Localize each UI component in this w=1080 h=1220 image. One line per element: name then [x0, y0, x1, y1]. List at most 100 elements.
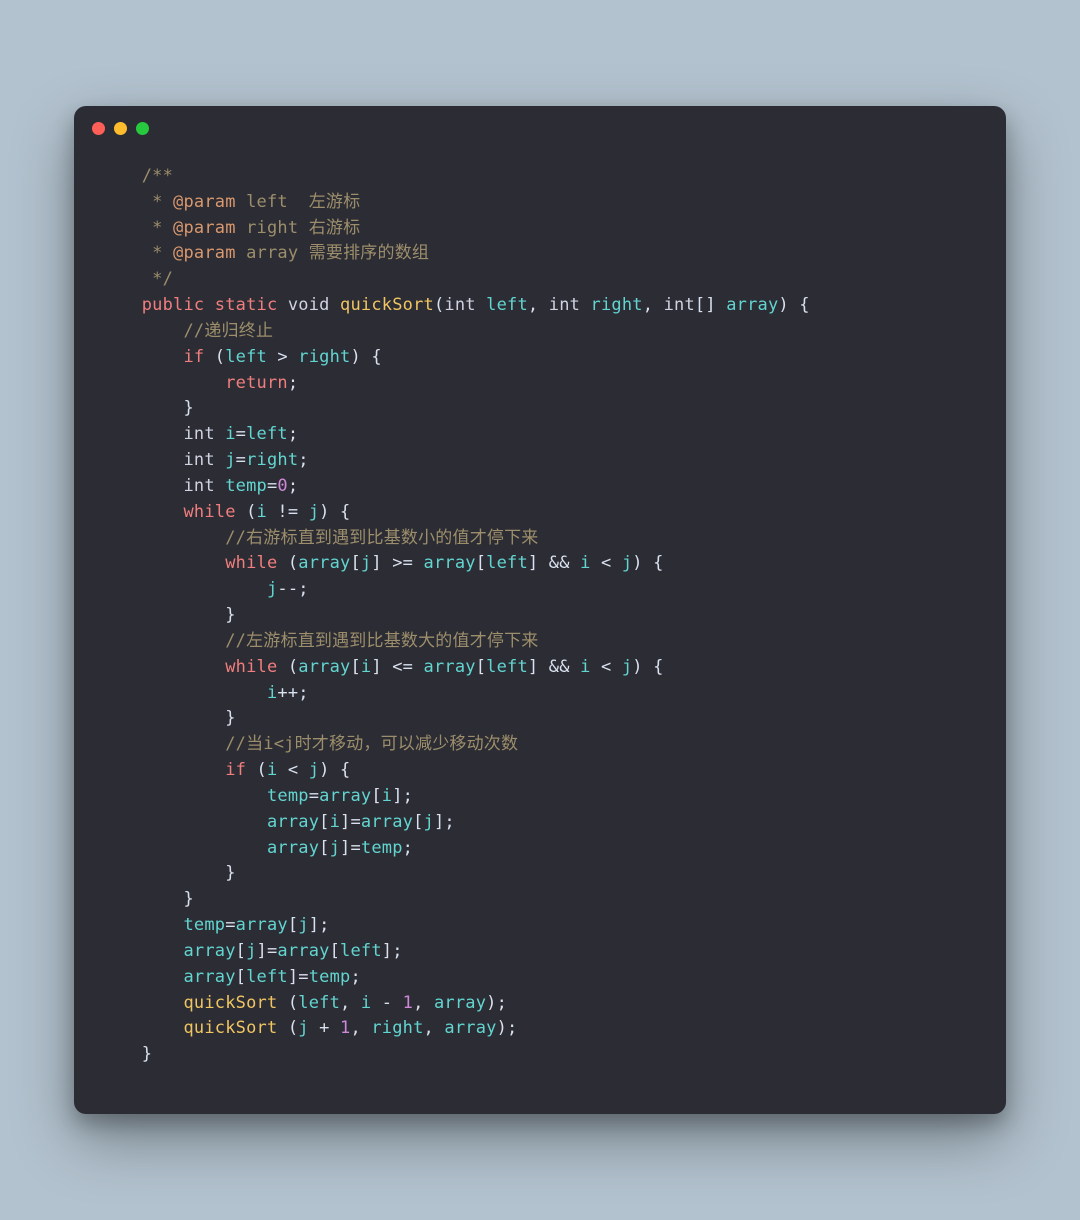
code-token: =: [225, 915, 235, 935]
code-token: right: [371, 1018, 423, 1038]
code-window: /** * @param left 左游标 * @param right 右游标…: [74, 106, 1006, 1114]
code-token: (: [277, 993, 298, 1013]
code-token: j: [622, 553, 632, 573]
code-token: temp: [267, 786, 309, 806]
code-token: []: [695, 295, 726, 315]
code-token: //左游标直到遇到比基数大的值才停下来: [225, 631, 538, 651]
code-token: left: [486, 295, 528, 315]
code-token: return: [225, 373, 288, 393]
code-token: [100, 760, 225, 780]
code-token: if: [183, 347, 204, 367]
code-line: * @param left 左游标: [100, 192, 360, 212]
code-token: [215, 424, 225, 444]
code-line: int temp=0;: [100, 476, 298, 496]
code-token: ,: [528, 295, 549, 315]
code-token: [277, 295, 287, 315]
code-token: }: [100, 889, 194, 909]
code-token: while: [225, 657, 277, 677]
code-token: array: [361, 812, 413, 832]
code-token: j: [622, 657, 632, 677]
code-line: j--;: [100, 579, 309, 599]
code-token: array: [267, 838, 319, 858]
code-token: i: [580, 657, 590, 677]
code-token: i: [382, 786, 392, 806]
code-line: public static void quickSort(int left, i…: [100, 295, 810, 315]
code-token: array: [298, 657, 350, 677]
code-token: array: [726, 295, 778, 315]
window-titlebar: [74, 106, 1006, 150]
code-token: j: [267, 579, 277, 599]
code-token: array: [434, 993, 486, 1013]
code-token: [580, 295, 590, 315]
code-token: quickSort: [340, 295, 434, 315]
code-line: array[left]=temp;: [100, 967, 361, 987]
code-token: +: [309, 1018, 340, 1038]
code-line: temp=array[j];: [100, 915, 330, 935]
code-token: array: [277, 941, 329, 961]
code-token: //右游标直到遇到比基数小的值才停下来: [225, 528, 538, 548]
code-token: [: [476, 553, 486, 573]
code-token: ,: [413, 993, 434, 1013]
code-token: j: [298, 1018, 308, 1038]
zoom-icon[interactable]: [136, 122, 149, 135]
code-token: (: [236, 502, 257, 522]
code-token: [100, 812, 267, 832]
code-token: (: [277, 657, 298, 677]
code-token: left: [486, 657, 528, 677]
code-token: int: [183, 424, 214, 444]
code-token: i: [580, 553, 590, 573]
code-token: i: [267, 683, 277, 703]
code-token: }: [100, 1044, 152, 1064]
code-token: array: [267, 812, 319, 832]
code-token: [: [476, 657, 486, 677]
code-token: ) {: [632, 657, 663, 677]
code-token: [100, 553, 225, 573]
code-token: int: [183, 476, 214, 496]
code-token: quickSort: [183, 993, 277, 1013]
code-line: array[j]=array[left];: [100, 941, 403, 961]
code-token: //当i<j时才移动，可以减少移动次数: [225, 734, 518, 754]
code-token: temp: [225, 476, 267, 496]
code-line: quickSort (left, i - 1, array);: [100, 993, 507, 1013]
code-token: array: [183, 941, 235, 961]
code-token: array 需要排序的数组: [236, 243, 429, 263]
code-token: ,: [424, 1018, 445, 1038]
code-token: ] &&: [528, 553, 580, 573]
code-token: ]=: [340, 838, 361, 858]
code-token: (: [277, 1018, 298, 1038]
code-line: return;: [100, 373, 298, 393]
code-editor[interactable]: /** * @param left 左游标 * @param right 右游标…: [74, 150, 1006, 1114]
minimize-icon[interactable]: [114, 122, 127, 135]
code-token: right: [298, 347, 350, 367]
code-token: -: [371, 993, 402, 1013]
code-token: int: [664, 295, 695, 315]
code-line: //左游标直到遇到比基数大的值才停下来: [100, 631, 539, 651]
code-token: [100, 424, 183, 444]
code-line: temp=array[i];: [100, 786, 413, 806]
code-token: ]=: [288, 967, 309, 987]
code-token: [100, 683, 267, 703]
code-token: ;: [350, 967, 360, 987]
code-token: [100, 476, 183, 496]
code-line: /**: [100, 166, 173, 186]
code-token: 1: [403, 993, 413, 1013]
code-token: [: [413, 812, 423, 832]
code-token: ;: [288, 373, 298, 393]
code-token: [100, 295, 142, 315]
code-line: * @param array 需要排序的数组: [100, 243, 429, 263]
code-token: [100, 631, 225, 651]
code-token: [: [236, 941, 246, 961]
code-token: array: [444, 1018, 496, 1038]
code-line: while (array[i] <= array[left] && i < j)…: [100, 657, 664, 677]
code-token: array: [183, 967, 235, 987]
code-token: <: [277, 760, 308, 780]
code-token: left: [225, 347, 267, 367]
code-token: ] <=: [371, 657, 423, 677]
code-token: =: [236, 424, 246, 444]
close-icon[interactable]: [92, 122, 105, 135]
code-token: ];: [382, 941, 403, 961]
code-line: while (i != j) {: [100, 502, 350, 522]
code-token: if: [225, 760, 246, 780]
code-token: [: [288, 915, 298, 935]
code-token: left: [486, 553, 528, 573]
